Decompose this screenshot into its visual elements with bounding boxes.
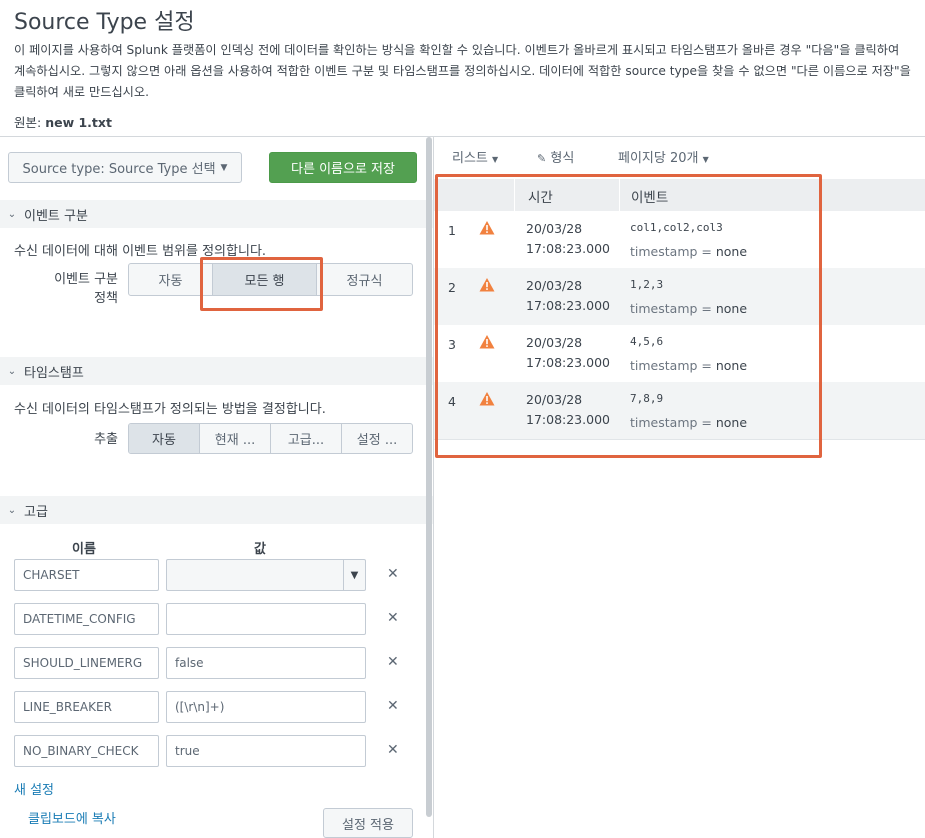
per-page-label: 페이지당 20개 — [618, 151, 699, 166]
chevron-down-icon: ⌄ — [7, 365, 17, 377]
section-advanced[interactable]: ⌄ 고급 — [0, 496, 433, 524]
setting-name-should-linemerge[interactable]: SHOULD_LINEMERG — [14, 647, 159, 679]
section-event-break[interactable]: ⌄ 이벤트 구분 — [0, 200, 433, 228]
policy-option-regex[interactable]: 정규식 — [317, 264, 412, 295]
setting-name-line-breaker[interactable]: LINE_BREAKER — [14, 691, 159, 723]
setting-name-charset[interactable]: CHARSET — [14, 559, 159, 591]
list-view-label: 리스트 — [452, 151, 488, 166]
source-label: 원본: — [14, 115, 42, 130]
setting-value-datetime-config[interactable] — [166, 603, 366, 635]
highlight-box-policy — [200, 257, 323, 311]
setting-value-line-breaker[interactable]: ([\r\n]+) — [166, 691, 366, 723]
timestamp-extract-label: 추출 — [94, 432, 118, 447]
section-event-break-title: 이벤트 구분 — [24, 208, 88, 224]
caret-down-icon: ▼ — [702, 155, 709, 164]
policy-label-line2: 정책 — [94, 291, 118, 306]
save-as-label: 다른 이름으로 저장 — [291, 162, 395, 177]
apply-settings-button[interactable]: 설정 적용 — [323, 808, 413, 838]
copy-to-clipboard-link[interactable]: 클립보드에 복사 — [28, 808, 116, 827]
page-title: Source Type 설정 — [14, 10, 195, 35]
new-setting-link[interactable]: 새 설정 — [14, 779, 54, 798]
save-as-button[interactable]: 다른 이름으로 저장 — [269, 152, 417, 183]
setting-value-should-linemerge[interactable]: false — [166, 647, 366, 679]
advanced-col-value: 값 — [254, 542, 266, 557]
setting-name-no-binary-check[interactable]: NO_BINARY_CHECK — [14, 735, 159, 767]
section-advanced-title: 고급 — [24, 504, 48, 520]
extract-option-current[interactable]: 현재 ... — [200, 424, 271, 453]
sourcetype-select-button[interactable]: Source type: Source Type 선택 ▼ — [8, 152, 242, 183]
format-button[interactable]: ✎ 형식 — [537, 147, 574, 166]
remove-setting-icon[interactable]: ✕ — [387, 654, 399, 670]
caret-down-icon: ▼ — [220, 162, 228, 173]
page-description: 이 페이지를 사용하여 Splunk 플랫폼이 인덱싱 전에 데이터를 확인하는… — [14, 43, 911, 99]
remove-setting-icon[interactable]: ✕ — [387, 698, 399, 714]
section-timestamp[interactable]: ⌄ 타임스탬프 — [0, 357, 433, 385]
apply-settings-label: 설정 적용 — [342, 817, 394, 833]
pencil-icon: ✎ — [537, 152, 547, 165]
format-label: 형식 — [550, 151, 575, 166]
source-line: 원본: new 1.txt — [14, 112, 112, 131]
left-panel-scrollbar[interactable] — [426, 137, 432, 817]
remove-setting-icon[interactable]: ✕ — [387, 610, 399, 626]
header-divider — [0, 136, 925, 137]
remove-setting-icon[interactable]: ✕ — [387, 566, 399, 582]
sourcetype-select-label: Source type: Source Type 선택 — [22, 162, 216, 177]
timestamp-help: 수신 데이터의 타임스탬프가 정의되는 방법을 결정합니다. — [14, 402, 326, 417]
extract-option-advanced[interactable]: 고급... — [271, 424, 342, 453]
advanced-col-name: 이름 — [72, 542, 96, 557]
source-filename: new 1.txt — [45, 115, 112, 130]
setting-value-no-binary-check[interactable]: true — [166, 735, 366, 767]
caret-down-icon: ▼ — [343, 560, 365, 590]
setting-name-datetime-config[interactable]: DATETIME_CONFIG — [14, 603, 159, 635]
section-timestamp-title: 타임스탬프 — [24, 365, 84, 381]
setting-value-charset-select[interactable]: ▼ — [166, 559, 366, 591]
caret-down-icon: ▼ — [492, 155, 499, 164]
list-view-dropdown[interactable]: 리스트 ▼ — [452, 147, 498, 166]
remove-setting-icon[interactable]: ✕ — [387, 742, 399, 758]
per-page-dropdown[interactable]: 페이지당 20개 ▼ — [618, 147, 709, 166]
chevron-down-icon: ⌄ — [7, 208, 17, 220]
policy-label-line1: 이벤트 구분 — [54, 272, 118, 287]
chevron-down-icon: ⌄ — [7, 504, 17, 516]
extract-option-auto[interactable]: 자동 — [129, 424, 200, 453]
event-break-policy-label: 이벤트 구분 정책 — [40, 270, 118, 308]
extract-option-config[interactable]: 설정 ... — [342, 424, 412, 453]
highlight-box-events — [435, 174, 822, 458]
timestamp-extract-toggle: 자동 현재 ... 고급... 설정 ... — [128, 423, 413, 454]
